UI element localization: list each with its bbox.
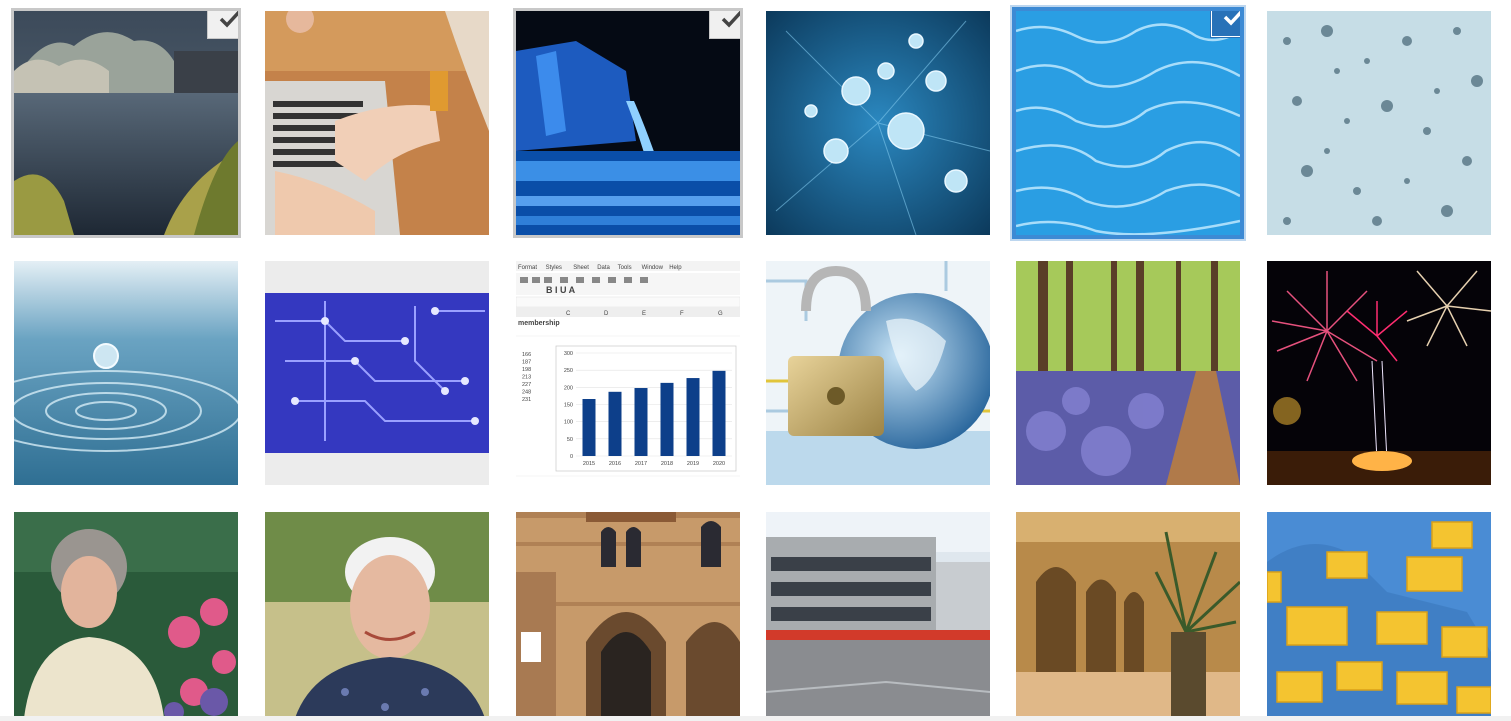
sheet-column-header: D [604, 311, 609, 317]
chart-y-tick: 150 [564, 403, 573, 409]
water-drop-ripple-image [14, 261, 238, 485]
chart-bar [712, 370, 726, 456]
checkbox-pool-water[interactable] [1212, 11, 1240, 36]
elderly-woman-smiling-image [265, 512, 489, 718]
sheet-menu-item: Window [642, 265, 664, 271]
checkbox-lake[interactable] [208, 11, 238, 38]
media-tile-raindrops[interactable] [1267, 11, 1491, 235]
media-tile-elderly-woman-flowers[interactable] [14, 512, 238, 718]
media-library-grid: Format Styles Sheet Data Tools Window Help B I… [0, 0, 1511, 721]
media-tile-circuit-board[interactable] [265, 261, 489, 485]
pool-water-image [1016, 11, 1240, 235]
chart-bar [660, 382, 674, 456]
spreadsheet-chart-image: Format Styles Sheet Data Tools Window Help B I… [516, 261, 740, 485]
sheet-cell-value: 166 [522, 352, 531, 358]
sheet-menu-item: Sheet [573, 265, 589, 271]
media-tile-water-bottle[interactable] [513, 8, 743, 238]
padlock-globe-image [766, 261, 990, 485]
palace-corridor-image [1016, 512, 1240, 718]
media-tile-elderly-woman-smiling[interactable] [265, 512, 489, 718]
media-tile-water-drop-ripple[interactable] [14, 261, 238, 485]
chart-x-tick: 2017 [635, 461, 647, 467]
chart-y-tick: 50 [567, 437, 573, 443]
sheet-menu-item: Tools [618, 265, 632, 271]
chart-x-tick: 2019 [687, 461, 699, 467]
sheet-column-header: F [680, 311, 684, 317]
sheet-column-header: C [566, 311, 571, 317]
sheet-cell-value: 198 [522, 367, 531, 373]
sheet-column-header: E [642, 311, 646, 317]
sheet-title: membership [518, 320, 560, 327]
svg-text:B I U A: B I U A [546, 285, 576, 295]
moorish-building-image [516, 512, 740, 718]
fireworks-image [1267, 261, 1491, 485]
chart-bar [634, 388, 648, 456]
chart-x-tick: 2018 [661, 461, 673, 467]
chart-bar [608, 391, 622, 456]
chart-y-tick: 0 [570, 454, 573, 460]
bluebell-forest-image [1016, 261, 1240, 485]
sheet-cell-value: 227 [522, 382, 531, 388]
sheet-cell-value: 231 [522, 397, 531, 403]
chart-x-tick: 2020 [713, 461, 725, 467]
chart-y-tick: 300 [564, 351, 573, 357]
sheet-menu-item: Help [669, 265, 682, 271]
checkmark-icon [219, 11, 238, 28]
media-tile-dew-drops[interactable] [766, 11, 990, 235]
media-tile-moorish-building[interactable] [516, 512, 740, 718]
sheet-menu-item: Styles [546, 265, 562, 271]
chart-y-tick: 100 [564, 420, 573, 426]
chart-x-tick: 2015 [583, 461, 595, 467]
media-tile-palace-corridor[interactable] [1016, 512, 1240, 718]
sheet-menu-item: Format [518, 265, 537, 271]
media-tile-lake[interactable] [11, 8, 241, 238]
envelopes-image [1267, 512, 1491, 718]
chart-bar [686, 378, 700, 456]
chart-y-tick: 250 [564, 368, 573, 374]
water-bottle-image [516, 11, 740, 235]
laptop-image [265, 11, 489, 235]
sheet-column-header: G [718, 311, 723, 317]
checkmark-icon [721, 11, 740, 28]
lake-image [14, 11, 238, 235]
elderly-woman-flowers-image [14, 512, 238, 718]
chart-x-tick: 2016 [609, 461, 621, 467]
sheet-cell-value: 248 [522, 390, 531, 396]
chart-y-tick: 200 [564, 385, 573, 391]
sheet-menu-item: Data [597, 265, 610, 271]
media-tile-bluebell-forest[interactable] [1016, 261, 1240, 485]
media-tile-spreadsheet-chart[interactable]: Format Styles Sheet Data Tools Window Help B I… [516, 261, 740, 485]
dew-drops-image [766, 11, 990, 235]
bottom-divider [0, 716, 1511, 721]
media-tile-laptop[interactable] [265, 11, 489, 235]
sheet-cell-value: 187 [522, 360, 531, 366]
raindrops-image [1267, 11, 1491, 235]
checkbox-water-bottle[interactable] [710, 11, 740, 38]
media-tile-envelopes[interactable] [1267, 512, 1491, 718]
checkmark-icon [1223, 11, 1240, 26]
media-tile-pool-water[interactable] [1012, 7, 1244, 239]
sheet-cell-value: 213 [522, 375, 531, 381]
chart-bar [582, 399, 596, 456]
circuit-board-image [265, 261, 489, 485]
modern-building-image [766, 512, 990, 718]
media-tile-fireworks[interactable] [1267, 261, 1491, 485]
media-tile-padlock-globe[interactable] [766, 261, 990, 485]
media-tile-modern-building[interactable] [766, 512, 990, 718]
